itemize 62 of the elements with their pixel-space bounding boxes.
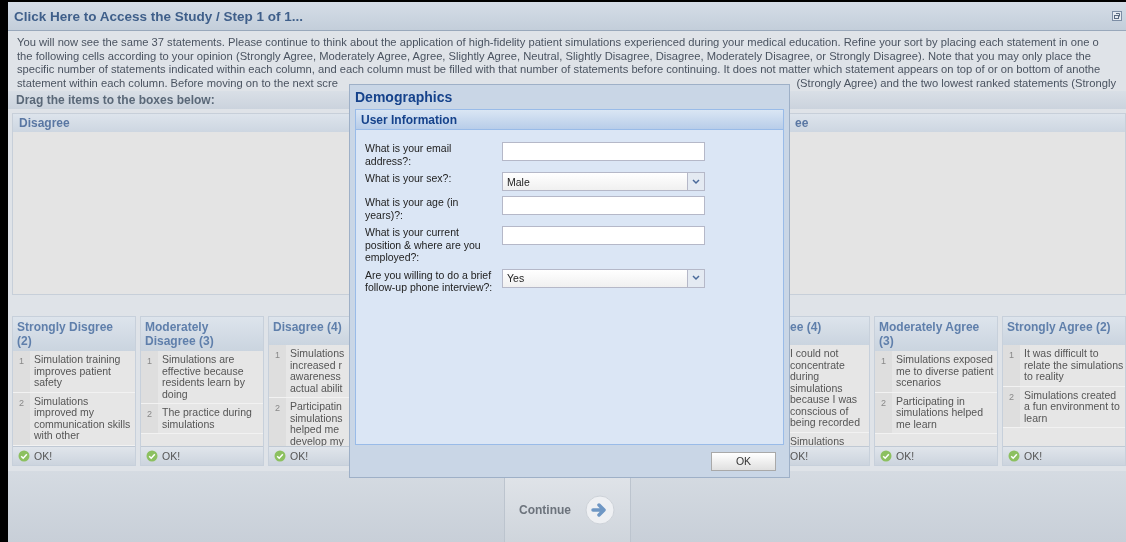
dialog-title: Demographics	[355, 88, 454, 107]
item-number: 2	[875, 392, 892, 433]
check-icon	[880, 450, 892, 462]
window-title: Click Here to Access the Study / Step 1 of 1...	[14, 8, 304, 24]
field-label: Are you willing to do a brief follow-up phone interview?:	[365, 268, 494, 294]
chevron-icon	[692, 178, 700, 185]
item-number: 2	[269, 398, 286, 446]
dropdown-field[interactable]: Yes	[502, 268, 705, 288]
status-text: OK!	[1024, 450, 1043, 462]
input-field[interactable]	[502, 142, 705, 161]
drop-area[interactable]: Disagree	[12, 113, 352, 295]
status-text: OK!	[34, 450, 53, 462]
arrow-right-icon	[585, 495, 615, 525]
field-label: What is your age (in years)?:	[365, 196, 460, 221]
status-text: OK!	[162, 450, 181, 462]
instruction-text: (Strongly Agree) and the two lowest ranked statements (Strongly	[796, 76, 1116, 90]
statement-card[interactable]: Simulations are effective because residents learn by doing	[158, 351, 263, 403]
item-number: 2	[13, 392, 30, 445]
check-icon	[274, 450, 286, 462]
column-header: Moderately Agree (3)	[875, 317, 997, 351]
instruction-text: specific number of statements indicated within each column, and each column must be filled with that number of statements before continuing. It does not matter which statement appears on top of or on bottom of anothe	[17, 63, 1102, 77]
column-header: Strongly Agree (2)	[1003, 317, 1125, 345]
status-text: OK!	[290, 450, 309, 462]
item-number: 2	[141, 404, 158, 433]
item-number: 2	[1003, 386, 1020, 427]
status-text: OK!	[896, 450, 915, 462]
column-header: Strongly Disgree (2)	[13, 317, 135, 351]
column-header: Moderately Disagree (3)	[141, 317, 263, 351]
statement-card[interactable]: It was difficult to relate the simulations to reality	[1020, 345, 1125, 386]
instruction-text: the following cells according to your opinion (Strongly Agree, Moderately Agree, Agree, Slightly Agree, Neutral, Slightly Disagree, Disagree, Moderately Disagree, or Strongly Disagree). Note that you may only place the	[17, 49, 1092, 63]
continue-button[interactable]: Continue	[503, 477, 631, 542]
item-number: 1	[875, 351, 892, 392]
item-number: 1	[269, 345, 286, 397]
dropdown-field[interactable]: Male	[502, 172, 705, 191]
ok-button[interactable]: OK	[711, 451, 776, 471]
chevron-icon	[692, 275, 700, 281]
check-icon	[18, 450, 30, 462]
check-icon	[1008, 450, 1020, 462]
section-header: User Information	[356, 110, 783, 130]
instruction-text: statement within each column. Before moving on to the next scre	[17, 76, 338, 90]
field-label: What is your sex?:	[365, 172, 453, 185]
drop-area[interactable]: ee	[788, 113, 1126, 295]
input-field[interactable]	[502, 196, 705, 215]
item-number: 1	[141, 351, 158, 403]
check-icon	[146, 450, 158, 462]
statement-card[interactable]: The practice during simulations	[158, 404, 263, 433]
instruction-text: You will now see the same 37 statements. Please continue to think about the application of high-fidelity patient simulations experienced during your medical education. Refine your sort by placing each statement in one o	[17, 36, 1100, 50]
statement-card[interactable]: Participating in simulations helped me learn	[892, 392, 997, 433]
drag-hint: Drag the items to the boxes below:	[16, 93, 215, 107]
restore-icon[interactable]	[1112, 11, 1122, 21]
item-number: 1	[13, 351, 30, 392]
statement-card[interactable]: Simulations improved my communication skills with other	[30, 392, 135, 445]
field-label: What is your current position & where are you employed?:	[365, 226, 482, 264]
statement-card[interactable]: Simulations created a fun environment to learn	[1020, 386, 1125, 427]
field-label: What is your email address?:	[365, 142, 453, 167]
input-field[interactable]	[502, 226, 705, 245]
statement-card[interactable]: Simulation training improves patient safety	[30, 351, 135, 392]
statement-card[interactable]: Participatin simulations helped me develop my	[286, 398, 345, 446]
statement-card[interactable]: Simulations increased r awareness actual abilit	[286, 345, 346, 397]
status-text: OK!	[790, 450, 809, 462]
statement-card[interactable]: Simulations exposed me to diverse patient scenarios	[892, 351, 997, 392]
item-number: 1	[1003, 345, 1020, 386]
